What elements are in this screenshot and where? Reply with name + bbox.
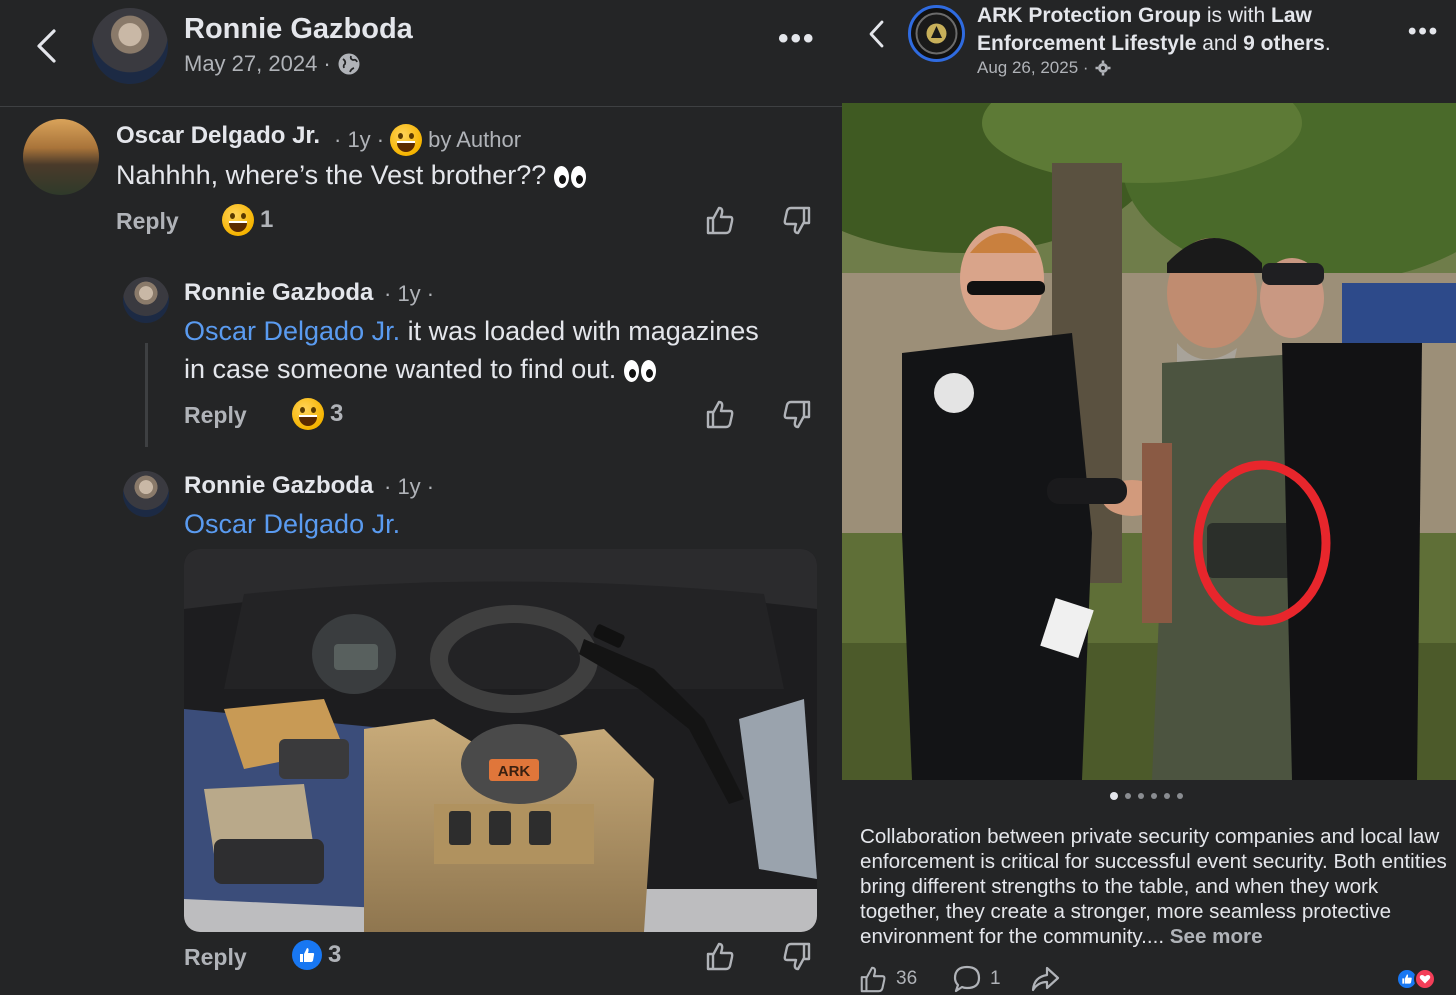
like-button[interactable]: 36 — [858, 964, 917, 994]
ark-logo-icon — [915, 12, 958, 55]
back-button[interactable] — [28, 26, 64, 66]
laughing-emoji-icon — [292, 398, 324, 430]
cap-logo-text: ARK — [498, 763, 531, 780]
comment-text-body: Nahhhh, where’s the Vest brother?? — [116, 160, 547, 190]
post-caption-text: Collaboration between private security c… — [860, 825, 1447, 948]
comment-text: Nahhhh, where’s the Vest brother?? — [116, 156, 586, 194]
post-caption: Collaboration between private security c… — [860, 824, 1450, 949]
avatar[interactable] — [123, 277, 169, 323]
photo-pagination[interactable] — [1110, 792, 1183, 800]
like-count: 36 — [896, 968, 918, 989]
comment-count: 1 — [990, 968, 1001, 989]
post-date-text: May 27, 2024 · — [184, 51, 331, 76]
back-button[interactable] — [862, 18, 890, 50]
reaction-summary[interactable]: 1 — [222, 204, 273, 236]
thumbs-up-icon — [860, 966, 886, 993]
eyes-emoji-icon — [623, 359, 656, 382]
post-date: Aug 26, 2025 · — [977, 58, 1111, 78]
thumbs-up-icon[interactable] — [704, 940, 736, 972]
pagination-dot[interactable] — [1138, 793, 1144, 799]
laughing-emoji-icon — [390, 124, 423, 156]
reaction-count: 3 — [328, 941, 342, 968]
reaction-count: 3 — [330, 400, 344, 427]
thread-line — [145, 343, 148, 447]
comment-text-line2: in case someone wanted to find out. — [184, 354, 617, 384]
is-with-text: is with — [1201, 4, 1272, 27]
avatar[interactable] — [123, 471, 169, 517]
reply-button[interactable]: Reply — [116, 208, 179, 235]
pagination-dot[interactable] — [1164, 793, 1170, 799]
thumbs-down-icon[interactable] — [781, 205, 813, 237]
pagination-dot[interactable] — [1177, 793, 1183, 799]
mention-link[interactable]: Oscar Delgado Jr. — [184, 505, 400, 543]
post-title: ARK Protection Group is with Law Enforce… — [977, 2, 1331, 58]
chevron-left-icon — [37, 29, 56, 63]
comment-text-line1: it was loaded with magazines — [400, 316, 759, 346]
share-button[interactable] — [1030, 964, 1060, 994]
chevron-left-icon — [869, 20, 884, 48]
mention-link[interactable]: Oscar Delgado Jr. — [184, 316, 400, 346]
page-name-link[interactable]: ARK Protection Group — [977, 4, 1201, 27]
reaction-count: 1 — [260, 206, 274, 233]
comment-photo[interactable]: ARK — [184, 549, 817, 932]
trunk-gear-image: ARK — [184, 549, 817, 932]
thumbs-up-icon[interactable] — [704, 204, 736, 236]
comment-bubble-icon — [953, 965, 981, 993]
event-security-image — [842, 103, 1456, 780]
comment-button[interactable]: 1 — [952, 964, 1001, 994]
comment-age: · 1y · — [384, 281, 435, 306]
reply-button[interactable]: Reply — [184, 402, 247, 429]
comment-age: · 1y · — [384, 474, 435, 499]
by-author-label: by Author — [428, 127, 522, 152]
pagination-dot[interactable] — [1151, 793, 1157, 799]
tagged-page-link[interactable]: Law — [1271, 4, 1312, 27]
comment-age: · 1y · — [334, 127, 385, 152]
tagged-page-link-2[interactable]: Enforcement Lifestyle — [977, 32, 1196, 55]
reply-button[interactable]: Reply — [184, 944, 247, 971]
post-header: Ronnie Gazboda May 27, 2024 · ••• — [0, 0, 842, 107]
thumbs-up-icon[interactable] — [704, 398, 736, 430]
reaction-summary[interactable]: 3 — [292, 940, 341, 970]
pagination-dot[interactable] — [1125, 793, 1131, 799]
and-text: and — [1196, 32, 1244, 55]
eyes-emoji-icon — [553, 165, 586, 188]
gear-icon — [1095, 60, 1111, 76]
post-date: May 27, 2024 · — [184, 51, 361, 77]
thumbs-down-icon[interactable] — [781, 941, 813, 973]
post-panel: ARK Protection Group is with Law Enforce… — [842, 0, 1456, 995]
comment-meta: · 1y · by Author — [334, 124, 521, 156]
more-options-button[interactable]: ••• — [778, 22, 816, 56]
post-photo[interactable] — [842, 103, 1456, 780]
laughing-emoji-icon — [222, 204, 254, 236]
reaction-summary[interactable]: 3 — [292, 398, 343, 430]
avatar[interactable] — [23, 119, 99, 195]
period-text: . — [1324, 32, 1331, 55]
pagination-dot[interactable] — [1110, 792, 1118, 800]
comment-author[interactable]: Ronnie Gazboda — [184, 472, 373, 500]
share-arrow-icon — [1031, 966, 1060, 992]
post-author-name[interactable]: Ronnie Gazboda — [184, 13, 413, 46]
globe-icon — [338, 53, 360, 75]
comment-text: Oscar Delgado Jr. it was loaded with mag… — [184, 312, 824, 388]
post-date-text: Aug 26, 2025 · — [977, 58, 1089, 77]
love-reaction-icon — [1414, 968, 1436, 990]
avatar[interactable] — [92, 8, 168, 84]
page-avatar[interactable] — [908, 5, 965, 62]
comment-author[interactable]: Oscar Delgado Jr. — [116, 122, 320, 150]
see-more-link[interactable]: See more — [1170, 925, 1263, 948]
more-options-button[interactable]: ••• — [1408, 18, 1439, 46]
comment-author[interactable]: Ronnie Gazboda — [184, 279, 373, 307]
others-link[interactable]: 9 others — [1243, 32, 1325, 55]
like-reaction-icon — [292, 940, 322, 970]
comment-thread-panel: Ronnie Gazboda May 27, 2024 · ••• Oscar … — [0, 0, 842, 995]
reaction-icons[interactable] — [1396, 968, 1436, 990]
thumbs-down-icon[interactable] — [781, 399, 813, 431]
